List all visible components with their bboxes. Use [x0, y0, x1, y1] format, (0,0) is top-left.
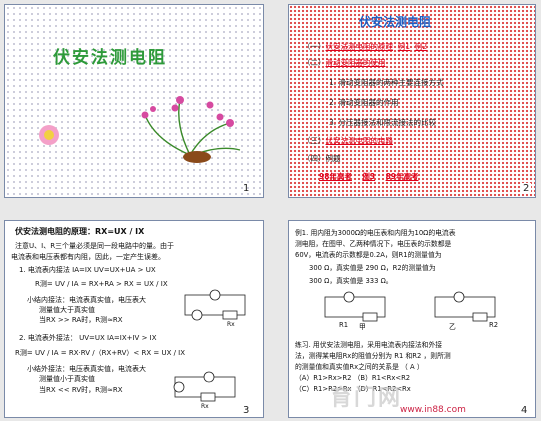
- label-r1: R1: [339, 321, 349, 329]
- link-example-3[interactable]: 例3: [362, 172, 375, 181]
- link-example-1[interactable]: 例1: [398, 42, 410, 51]
- slide4-line: 300 Ω，真实值是 333 Ω。: [309, 277, 393, 285]
- slide2-subitem-2: 2. 滑动变阻器的作用: [329, 98, 399, 107]
- label-jia: 甲: [359, 323, 366, 331]
- slide2-item-1: （一）伏安法测电阻的原理 例1 例2: [303, 42, 428, 51]
- slide3-heading: 伏安法测电阻的原理：RX=UX / IX: [15, 227, 145, 236]
- slide3-line: 小结内接法：电流表真实值，电压表大: [27, 296, 146, 304]
- slide2-subitem-1: 1. 滑动变阻器的两种主要连接方式: [329, 78, 444, 87]
- slide4-line: 的测量值和真实值Rx之间的关系是 （ A ）: [295, 363, 424, 371]
- link-89-exam[interactable]: 89年高考: [386, 172, 419, 181]
- rx-label: Rx: [227, 321, 235, 328]
- slide1-number: 1: [243, 183, 250, 194]
- slide-thumbnail-3[interactable]: 伏安法测电阻的原理：RX=UX / IX 注意U、I、R三个量必须是同一段电路中…: [4, 220, 264, 418]
- slide-thumbnail-1[interactable]: 伏安法测电阻 1: [4, 4, 264, 198]
- slide4-line: 60V，电流表的示数都是0.2A，则R1的测量值为: [295, 251, 442, 259]
- slide4-line: 法，测得某电阻Rx的阻值分别为 R1 和R2 ，则所测: [295, 352, 451, 360]
- label-r2: R2: [489, 321, 499, 329]
- slide3-line: 1. 电流表内接法 IA=IX UV=UX+UA > UX: [19, 266, 156, 274]
- slide4-line: 测电阻，在图甲、乙两种情况下，电压表的示数都是: [295, 240, 452, 248]
- slide3-line: 测量值小于真实值: [39, 375, 95, 383]
- slide2-number: 2: [521, 183, 532, 194]
- slide4-line: 练习. 用伏安法测电阻，采用电流表内接法和外接: [295, 341, 443, 349]
- slide2-subitem-3: 3. 分压器接法和限流接法的比较: [329, 118, 437, 127]
- slide2-item-4: （四）例题: [303, 154, 341, 163]
- slide-thumbnail-4[interactable]: 例1. 用内阻为3000Ω的电压表和内阻为10Ω的电流表 测电阻，在图甲、乙两种…: [288, 220, 536, 418]
- slide3-line: R测= UV / IA = RX·RV /（RX+RV）< RX = UX / …: [15, 349, 186, 357]
- slide3-line: 当RX << RV时，R测≈RX: [39, 386, 123, 394]
- slide2-links: 98年高考 例3 89年高考: [319, 171, 419, 182]
- slide3-line: 电流表和电压表都有内阻，因此，一定产生误差。: [11, 253, 165, 261]
- circuit-diagram-internal: [184, 289, 246, 321]
- slide4-number: 4: [521, 405, 528, 416]
- slide3-line: R测= UV / IA = RX+RA > RX = UX / IX: [35, 280, 168, 288]
- slide3-line: 测量值大于真实值: [39, 306, 95, 314]
- slide-thumbnail-2[interactable]: 伏安法测电阻 （一）伏安法测电阻的原理 例1 例2 （二）滑动变阻器的使用 1.…: [288, 4, 536, 198]
- slide4-line: 例1. 用内阻为3000Ω的电压表和内阻为10Ω的电流表: [295, 229, 456, 237]
- slide4-line: 300 Ω，真实值是 290 Ω，R2的测量值为: [309, 264, 436, 272]
- slide2-item-2: （二）滑动变阻器的使用: [303, 58, 386, 67]
- slide3-line: 当RX >> RA时，R测≈RX: [39, 316, 123, 324]
- link-98-exam[interactable]: 98年高考: [319, 172, 352, 181]
- slide3-number: 3: [243, 405, 250, 416]
- flower-clipart: [39, 96, 241, 163]
- slide2-item-3: （三）伏安法测电阻的电路: [303, 136, 393, 145]
- link-example-2[interactable]: 例2: [415, 42, 427, 51]
- watermark-url: www.in88.com: [400, 405, 466, 415]
- rx-label: Rx: [201, 403, 209, 410]
- slide3-line: 2. 电流表外接法： UV=UX IA=IX+IV > IX: [19, 334, 157, 342]
- slide3-line: 小结外接法：电压表真实值，电流表大: [27, 365, 146, 373]
- slide3-line: 注意U、I、R三个量必须是同一段电路中的量。由于: [15, 242, 175, 250]
- watermark-logo: 育门网: [330, 386, 403, 411]
- label-yi: 乙: [449, 323, 456, 331]
- slide2-title: 伏安法测电阻: [359, 15, 432, 29]
